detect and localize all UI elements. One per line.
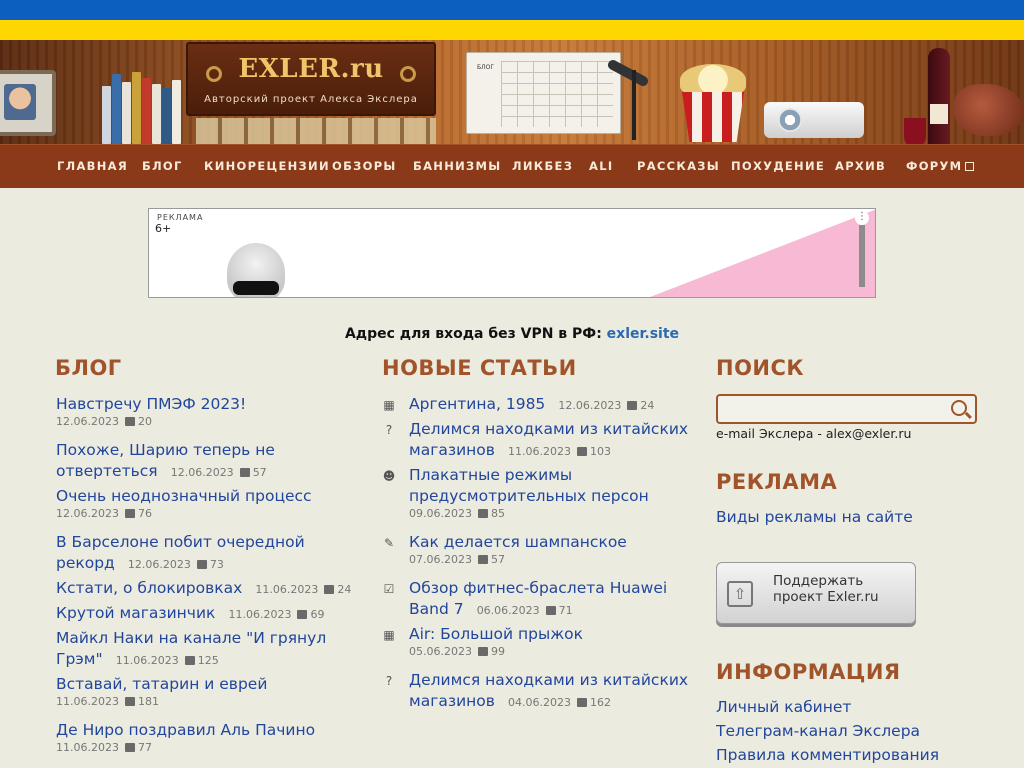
list-item: Как делается шампанское 07.06.2023 57 bbox=[409, 533, 627, 566]
telegram-channel-link[interactable]: Телеграм-канал Экслера bbox=[716, 722, 920, 740]
comment-icon bbox=[576, 447, 587, 456]
blog-heading: БЛОГ bbox=[55, 356, 122, 380]
nav-item-weight-loss[interactable]: ПОХУДЕНИЕ bbox=[731, 159, 825, 173]
ad-scrollbar[interactable] bbox=[859, 225, 865, 287]
popcorn-icon bbox=[680, 64, 746, 96]
ad-menu-icon[interactable]: ⋮ bbox=[855, 211, 869, 225]
list-item: Очень неоднозначный процесс 12.06.2023 76 bbox=[56, 487, 312, 520]
nav-item-bannizms[interactable]: БАННИЗМЫ bbox=[413, 159, 501, 173]
search-input[interactable] bbox=[716, 394, 977, 424]
logo-tagline: Авторский проект Алекса Экслера bbox=[204, 94, 418, 105]
comment-icon bbox=[124, 509, 135, 518]
clipboard-icon: ☑ bbox=[383, 582, 395, 596]
list-item: Крутой магазинчик 11.06.2023 69 bbox=[56, 604, 325, 622]
external-link-icon bbox=[965, 162, 975, 171]
film-icon: ▦ bbox=[383, 398, 395, 412]
list-item: Обзор фитнес-браслета Huawei Band 7 06.0… bbox=[409, 579, 668, 618]
calendar-decoration: БЛОГ bbox=[466, 52, 621, 134]
site-logo[interactable]: EXLER.ru Авторский проект Алекса Экслера bbox=[186, 42, 436, 116]
wine-bottle-icon bbox=[928, 48, 950, 144]
comment-icon bbox=[576, 698, 587, 707]
nav-item-stories[interactable]: РАССКАЗЫ bbox=[637, 159, 720, 173]
list-item: Аргентина, 1985 12.06.2023 24 bbox=[409, 395, 655, 413]
comment-icon bbox=[124, 743, 135, 752]
wine-glass-icon bbox=[904, 118, 926, 144]
comment-icon bbox=[124, 697, 135, 706]
info-heading: ИНФОРМАЦИЯ bbox=[716, 660, 901, 684]
pencil-icon: ✎ bbox=[383, 536, 395, 550]
film-icon: ▦ bbox=[383, 628, 395, 642]
list-item: Кстати, о блокировках 11.06.2023 24 bbox=[56, 579, 352, 597]
vpn-notice: Адрес для входа без VPN в РФ: exler.site bbox=[344, 326, 680, 342]
arrow-up-icon: ⇧ bbox=[727, 581, 753, 607]
list-item: В Барселоне побит очередной рекорд 12.06… bbox=[56, 533, 305, 572]
blog-item-title[interactable]: Навстречу ПМЭФ 2023! bbox=[56, 394, 246, 415]
ad-label: РЕКЛАМА bbox=[157, 213, 204, 222]
question-icon: ? bbox=[385, 674, 393, 688]
author-photo bbox=[0, 70, 56, 136]
smile-icon: ☻ bbox=[382, 469, 396, 483]
flag-blue-stripe bbox=[0, 0, 1024, 20]
letter-blocks-decoration bbox=[196, 118, 436, 144]
list-item: Навстречу ПМЭФ 2023! 12.06.2023 20 bbox=[56, 394, 247, 428]
header-banner: EXLER.ru Авторский проект Алекса Экслера… bbox=[0, 40, 1024, 144]
ads-heading: РЕКЛАМА bbox=[716, 470, 838, 494]
nav-item-ali[interactable]: ALI bbox=[589, 159, 613, 173]
comment-icon bbox=[545, 606, 556, 615]
list-item: Плакатные режимы предусмотрительных перс… bbox=[409, 466, 649, 520]
comment-rules-link[interactable]: Правила комментирования bbox=[716, 746, 939, 764]
support-project-button[interactable]: ⇧ Поддержать проект Exler.ru bbox=[716, 562, 916, 624]
list-item: Майкл Наки на канале "И грянул Грэм" 11.… bbox=[56, 629, 327, 668]
personal-cabinet-link[interactable]: Личный кабинет bbox=[716, 698, 851, 716]
comment-icon bbox=[239, 468, 250, 477]
nav-item-likbez[interactable]: ЛИКБЕЗ bbox=[512, 159, 573, 173]
list-item: Де Ниро поздравил Аль Пачино 11.06.2023 7… bbox=[56, 721, 316, 754]
author-email: e-mail Экслера - alex@exler.ru bbox=[716, 426, 912, 441]
search-heading: ПОИСК bbox=[716, 356, 805, 380]
nav-item-movie-reviews[interactable]: КИНОРЕЦЕНЗИИ bbox=[204, 159, 330, 173]
books-decoration bbox=[102, 56, 184, 144]
main-nav: ГЛАВНАЯ БЛОГ КИНОРЕЦЕНЗИИ ОБЗОРЫ БАННИЗМ… bbox=[0, 144, 1024, 188]
list-item: Вставай, татарин и еврей 11.06.2023 181 bbox=[56, 675, 268, 708]
nav-item-archive[interactable]: АРХИВ bbox=[835, 159, 886, 173]
comment-icon bbox=[477, 555, 488, 564]
comment-icon bbox=[627, 401, 638, 410]
comment-icon bbox=[477, 509, 488, 518]
comment-icon bbox=[124, 417, 135, 426]
logo-text: EXLER.ru bbox=[238, 54, 384, 84]
list-item: Похоже, Шарию теперь не отвертеться 12.0… bbox=[56, 441, 275, 480]
comment-icon bbox=[324, 585, 335, 594]
flag-yellow-stripe bbox=[0, 20, 1024, 40]
nav-item-forum[interactable]: ФОРУМ bbox=[906, 159, 975, 173]
new-articles-heading: НОВЫЕ СТАТЬИ bbox=[382, 356, 577, 380]
nav-item-blog[interactable]: БЛОГ bbox=[142, 159, 183, 173]
comment-icon bbox=[297, 610, 308, 619]
comment-icon bbox=[477, 647, 488, 656]
list-item: Делимся находками из китайских магазинов… bbox=[409, 671, 689, 710]
ad-age-rating: 6+ bbox=[155, 222, 172, 235]
search-icon[interactable] bbox=[951, 400, 967, 416]
list-item: Делимся находками из китайских магазинов… bbox=[409, 420, 689, 459]
nav-item-home[interactable]: ГЛАВНАЯ bbox=[57, 159, 128, 173]
vpn-link[interactable]: exler.site bbox=[607, 326, 679, 342]
comment-icon bbox=[196, 560, 207, 569]
list-item: Air: Большой прыжок 05.06.2023 99 bbox=[409, 625, 584, 658]
projector-icon bbox=[764, 102, 864, 138]
nav-item-reviews[interactable]: ОБЗОРЫ bbox=[332, 159, 397, 173]
comment-icon bbox=[184, 656, 195, 665]
ad-banner[interactable]: РЕКЛАМА 6+ ⋮ bbox=[148, 208, 876, 298]
question-icon: ? bbox=[385, 423, 393, 437]
ad-types-link[interactable]: Виды рекламы на сайте bbox=[716, 508, 913, 526]
